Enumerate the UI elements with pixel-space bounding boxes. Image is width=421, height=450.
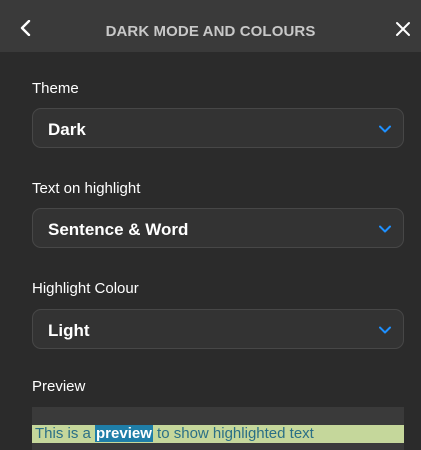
highlight-colour-select[interactable]: Light	[32, 309, 404, 349]
preview-text: This is a preview to show highlighted te…	[35, 425, 314, 443]
theme-select[interactable]: Dark	[32, 108, 404, 148]
preview-highlighted-word: preview	[95, 425, 153, 442]
text-on-highlight-label: Text on highlight	[32, 180, 141, 197]
text-on-highlight-select-value: Sentence & Word	[48, 220, 189, 239]
preview-box: This is a preview to show highlighted te…	[32, 407, 404, 450]
dark-mode-colours-panel: DARK MODE AND COLOURS Theme Dark Text on…	[0, 0, 421, 450]
preview-label: Preview	[32, 378, 86, 395]
preview-sentence-highlight: This is a preview to show highlighted te…	[32, 425, 404, 443]
chevron-down-icon	[379, 326, 391, 334]
chevron-down-icon	[379, 225, 391, 233]
highlight-colour-select-value: Light	[48, 321, 90, 340]
preview-text-after: to show highlighted text	[152, 425, 314, 442]
text-on-highlight-select[interactable]: Sentence & Word	[32, 208, 404, 248]
page-title: DARK MODE AND COLOURS	[105, 23, 316, 40]
header-bar: DARK MODE AND COLOURS	[0, 0, 421, 52]
theme-select-value: Dark	[48, 120, 86, 139]
preview-text-before: This is a	[35, 425, 96, 442]
theme-label: Theme	[32, 80, 79, 97]
highlight-colour-label: Highlight Colour	[32, 280, 139, 297]
close-icon[interactable]	[395, 21, 411, 37]
chevron-down-icon	[379, 125, 391, 133]
